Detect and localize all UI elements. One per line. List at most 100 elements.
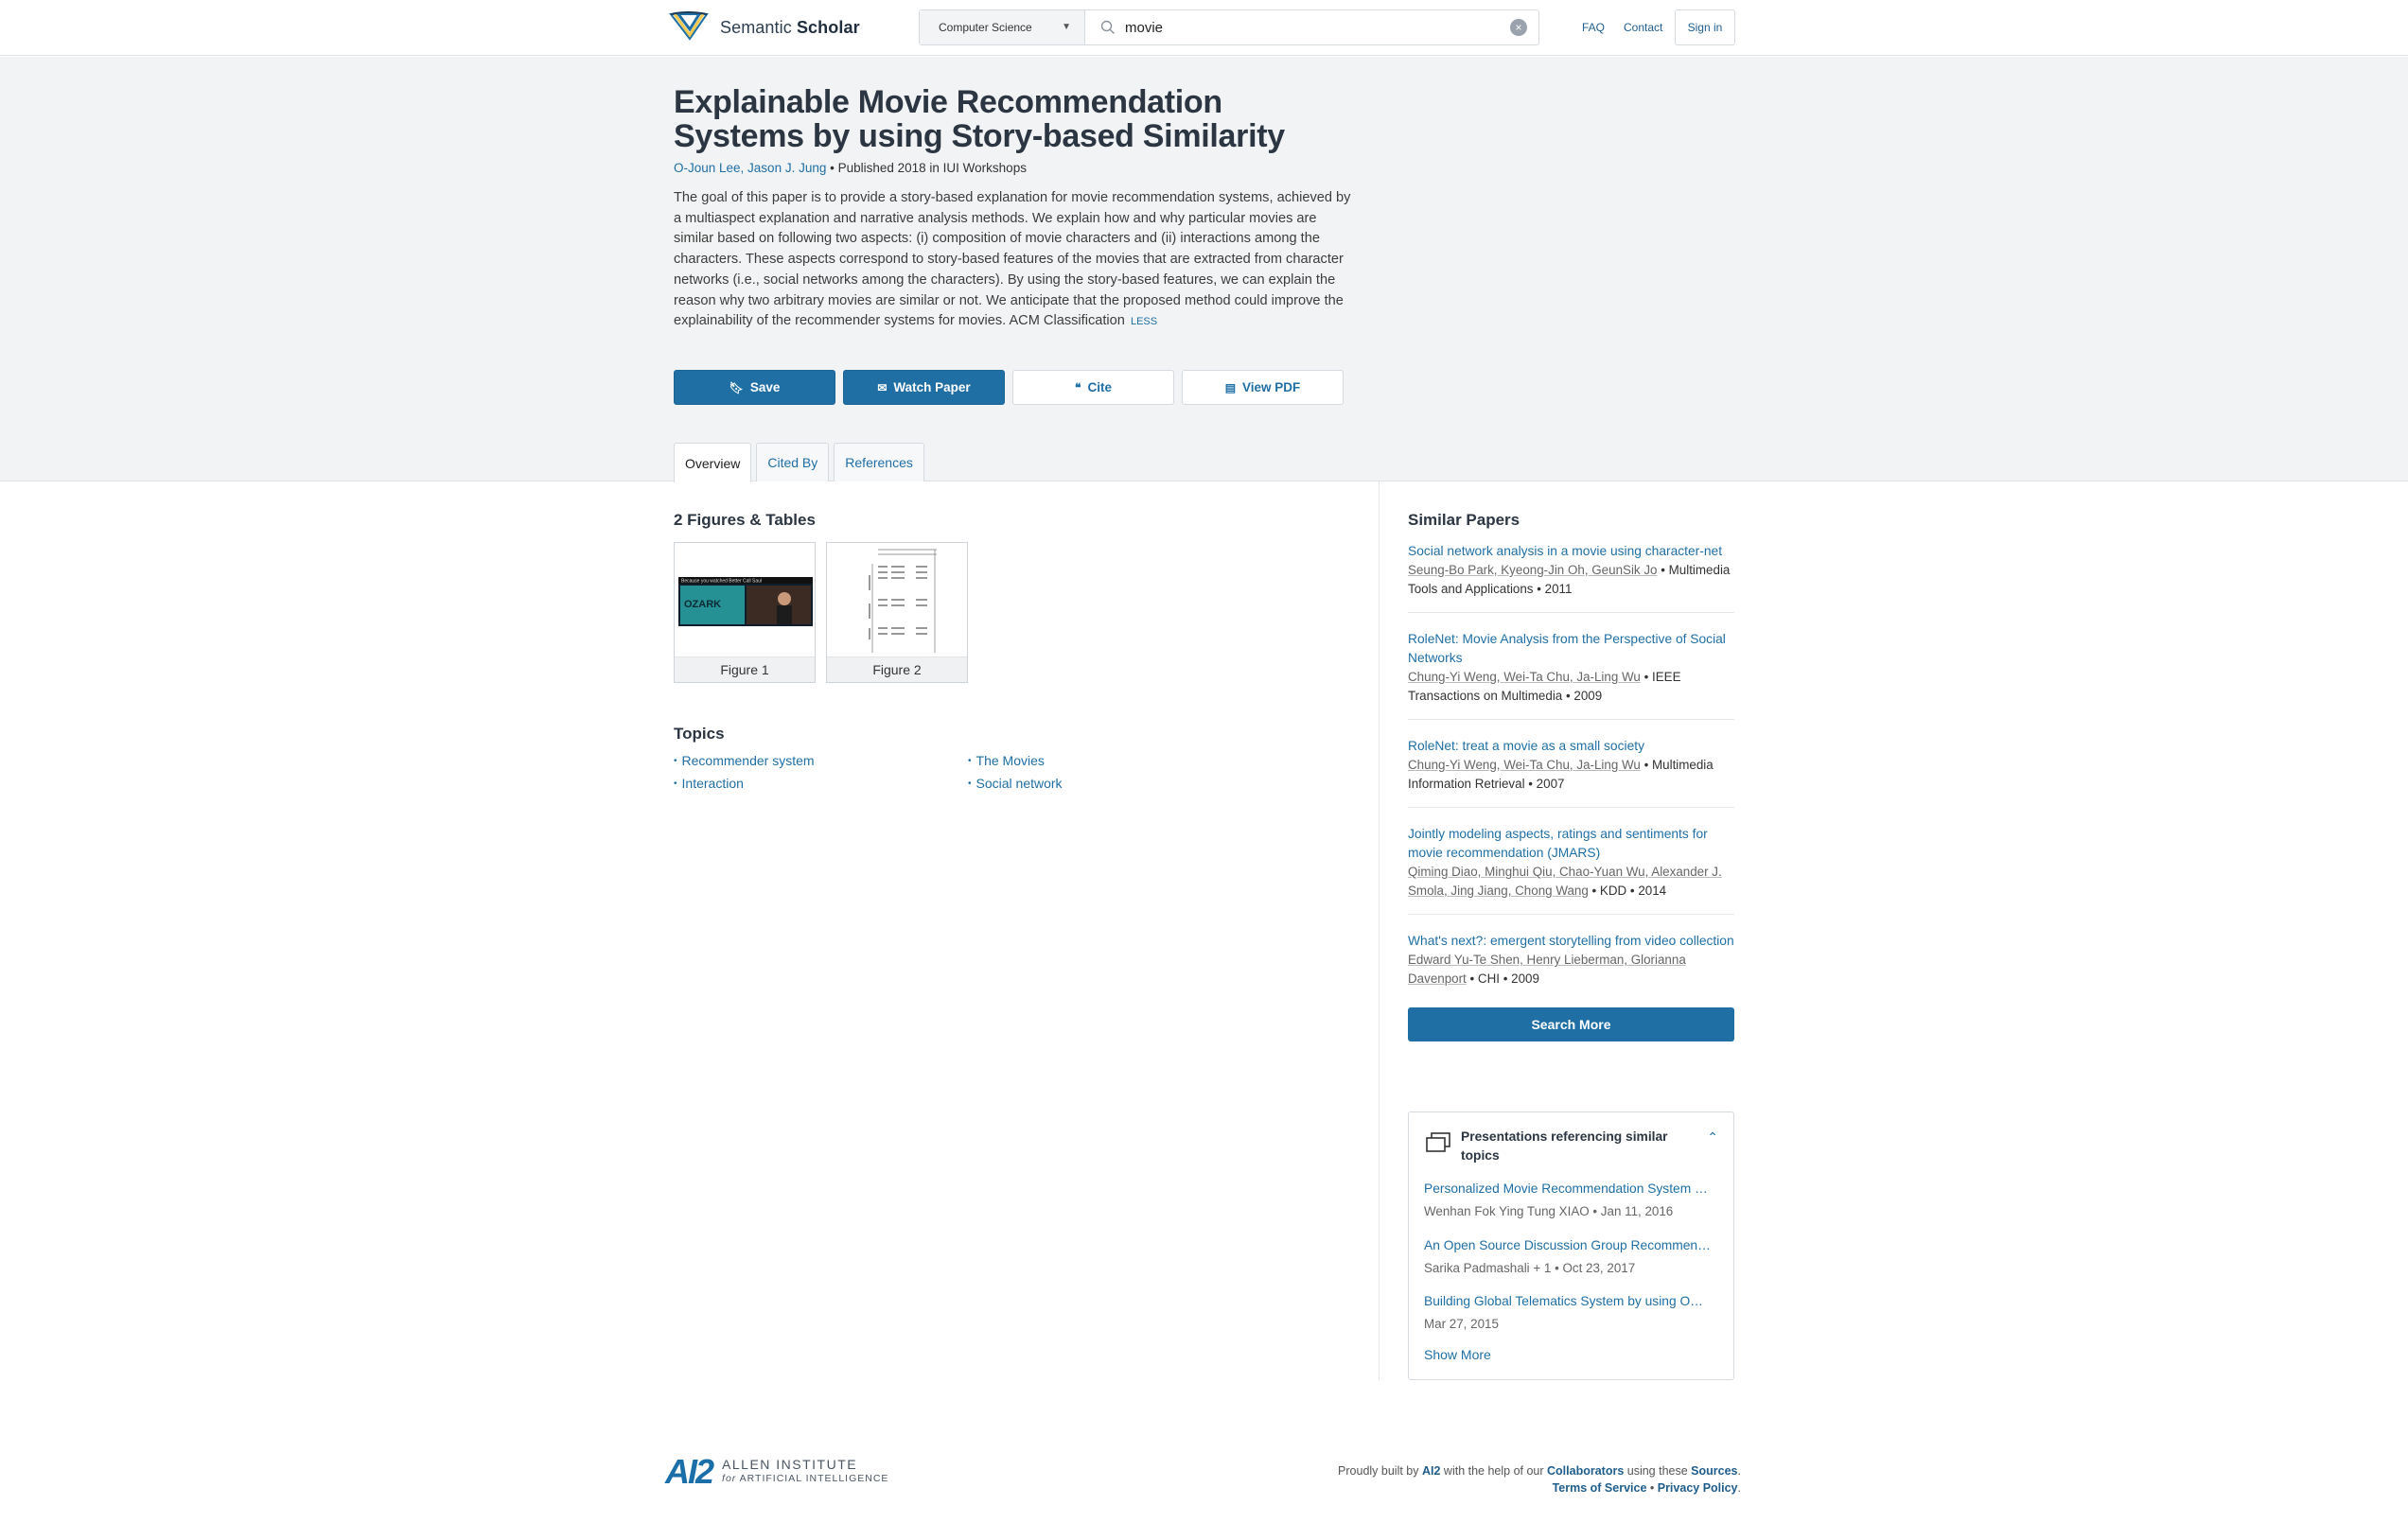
topic-recommender-system[interactable]: Recommender system [674, 753, 968, 768]
search-icon [1100, 20, 1115, 34]
presentation-item: Building Global Telematics System by usi… [1424, 1293, 1719, 1331]
ai2-logo-line2-text: ARTIFICIAL INTELLIGENCE [739, 1473, 889, 1484]
similar-paper-meta: Chung-Yi Weng, Wei-Ta Chu, Ja-Ling Wu • … [1408, 668, 1734, 706]
ai2-logo-for: for [722, 1473, 737, 1484]
presentation-item: Personalized Movie Recommendation System… [1424, 1181, 1719, 1218]
tab-references[interactable]: References [834, 443, 924, 481]
figures-heading: 2 Figures & Tables [674, 511, 816, 529]
show-more-link[interactable]: Show More [1424, 1347, 1491, 1362]
figure-1-card[interactable]: Because you watched Better Call Saul OZA… [674, 542, 816, 683]
abstract-text: The goal of this paper is to provide a s… [674, 190, 1351, 329]
similar-paper-authors[interactable]: Chung-Yi Weng, Wei-Ta Chu, Ja-Ling Wu [1408, 758, 1641, 772]
ai2-link[interactable]: AI2 [1422, 1464, 1440, 1478]
similar-paper-authors[interactable]: Edward Yu-Te Shen, Henry Lieberman, Glor… [1408, 953, 1686, 986]
similar-papers-heading: Similar Papers [1408, 511, 1520, 529]
similar-paper-meta: Qiming Diao, Minghui Qiu, Chao-Yuan Wu, … [1408, 863, 1734, 901]
similar-paper-item: RoleNet: Movie Analysis from the Perspec… [1408, 630, 1734, 720]
similar-paper-authors[interactable]: Chung-Yi Weng, Wei-Ta Chu, Ja-Ling Wu [1408, 670, 1641, 684]
logo-icon [669, 11, 709, 41]
view-pdf-button[interactable]: ▤ View PDF [1182, 370, 1344, 405]
similar-paper-venue: • CHI • 2009 [1466, 971, 1539, 986]
cite-button[interactable]: ❝ Cite [1012, 370, 1174, 405]
tab-overview[interactable]: Overview [674, 443, 752, 482]
similar-papers-list: Social network analysis in a movie using… [1408, 542, 1734, 1041]
similar-paper-title[interactable]: Social network analysis in a movie using… [1408, 544, 1722, 558]
tab-cited-by[interactable]: Cited By [756, 443, 830, 481]
footer-line2: Terms of Service • Privacy Policy. [1338, 1479, 1741, 1496]
sources-link[interactable]: Sources [1691, 1464, 1737, 1478]
footer-separator: • [1646, 1481, 1658, 1495]
footer-credits: Proudly built by AI2 with the help of ou… [1338, 1462, 1741, 1496]
topics-heading: Topics [674, 725, 725, 743]
semantic-scholar-logo[interactable]: Semantic Scholar [669, 8, 860, 47]
slides-icon [1426, 1132, 1450, 1152]
footer-text: Proudly built by [1338, 1464, 1422, 1478]
presentation-title[interactable]: Personalized Movie Recommendation System… [1424, 1181, 1708, 1196]
presentations-header[interactable]: Presentations referencing similar topics… [1425, 1128, 1718, 1165]
footer-text: with the help of our [1440, 1464, 1548, 1478]
similar-paper-item: RoleNet: treat a movie as a small societ… [1408, 737, 1734, 808]
paper-actions: 🔖︎ Save ✉ Watch Paper ❝ Cite ▤ View PDF [674, 370, 1351, 405]
terms-link[interactable]: Terms of Service [1553, 1481, 1647, 1495]
search-input-wrap: × [1085, 10, 1538, 44]
similar-paper-item: What's next?: emergent storytelling from… [1408, 932, 1734, 1002]
figure-2-caption: Figure 2 [827, 656, 967, 682]
allen-institute-logo[interactable]: AI2 ALLEN INSTITUTE for ARTIFICIAL INTEL… [665, 1452, 888, 1492]
figure-2-thumbnail [831, 547, 963, 657]
contact-link[interactable]: Contact [1624, 21, 1662, 34]
footer-line1: Proudly built by AI2 with the help of ou… [1338, 1462, 1741, 1479]
abstract-less-link[interactable]: LESS [1131, 316, 1157, 327]
figure-2-card[interactable]: Figure 2 [826, 542, 968, 683]
faq-link[interactable]: FAQ [1582, 21, 1605, 34]
presentations-panel: Presentations referencing similar topics… [1408, 1111, 1734, 1380]
footer-text: using these [1624, 1464, 1692, 1478]
similar-paper-meta: Edward Yu-Te Shen, Henry Lieberman, Glor… [1408, 951, 1734, 989]
collaborators-link[interactable]: Collaborators [1547, 1464, 1624, 1478]
save-button[interactable]: 🔖︎ Save [674, 370, 835, 405]
presentation-item: An Open Source Discussion Group Recommen… [1424, 1237, 1719, 1275]
top-navbar: Semantic Scholar Computer Science ▼ × FA… [0, 0, 2408, 56]
search-more-button[interactable]: Search More [1408, 1007, 1734, 1041]
ai2-logo-line1: ALLEN INSTITUTE [722, 1457, 858, 1472]
ai2-logo-text: ALLEN INSTITUTE for ARTIFICIAL INTELLIGE… [722, 1458, 888, 1486]
footer-text: . [1737, 1464, 1741, 1478]
topic-social-network[interactable]: Social network [968, 776, 1157, 791]
figure-1-thumbnail: Because you watched Better Call Saul OZA… [678, 547, 813, 657]
topics-list: Recommender system The Movies Interactio… [674, 753, 1147, 791]
paper-published: • Published 2018 in IUI Workshops [826, 161, 1027, 175]
topic-the-movies[interactable]: The Movies [968, 753, 1157, 768]
similar-paper-item: Jointly modeling aspects, ratings and se… [1408, 825, 1734, 915]
similar-paper-meta: Chung-Yi Weng, Wei-Ta Chu, Ja-Ling Wu • … [1408, 756, 1734, 794]
similar-paper-title[interactable]: What's next?: emergent storytelling from… [1408, 934, 1734, 948]
similar-paper-authors[interactable]: Qiming Diao, Minghui Qiu, Chao-Yuan Wu, … [1408, 865, 1722, 898]
figure-1-banner-text: Because you watched Better Call Saul [681, 579, 762, 585]
clear-search-icon[interactable]: × [1510, 19, 1527, 36]
watch-paper-button[interactable]: ✉ Watch Paper [843, 370, 1005, 405]
search-input[interactable] [1125, 19, 1485, 36]
field-select-label: Computer Science [939, 21, 1032, 34]
similar-paper-title[interactable]: RoleNet: Movie Analysis from the Perspec… [1408, 632, 1726, 665]
privacy-link[interactable]: Privacy Policy [1658, 1481, 1738, 1495]
presentation-title[interactable]: An Open Source Discussion Group Recommen… [1424, 1238, 1711, 1252]
similar-paper-authors[interactable]: Seung-Bo Park, Kyeong-Jin Oh, GeunSik Jo [1408, 563, 1658, 577]
field-of-study-select[interactable]: Computer Science ▼ [920, 10, 1085, 44]
similar-paper-item: Social network analysis in a movie using… [1408, 542, 1734, 613]
footer-text: . [1737, 1481, 1741, 1495]
paper-tabs: Overview Cited By References [674, 443, 929, 482]
presentation-meta: Sarika Padmashali + 1 • Oct 23, 2017 [1424, 1261, 1636, 1275]
similar-paper-meta: Seung-Bo Park, Kyeong-Jin Oh, GeunSik Jo… [1408, 561, 1734, 599]
header-links: FAQ Contact [1582, 21, 1681, 34]
pdf-label: View PDF [1242, 380, 1301, 394]
cite-label: Cite [1087, 380, 1112, 394]
similar-paper-title[interactable]: RoleNet: treat a movie as a small societ… [1408, 739, 1644, 753]
figures-list: Because you watched Better Call Saul OZA… [674, 542, 978, 683]
ai2-logo-mark: AI2 [665, 1452, 714, 1491]
sign-in-button[interactable]: Sign in [1675, 9, 1735, 45]
ai2-logo-line2: for ARTIFICIAL INTELLIGENCE [722, 1472, 888, 1486]
presentation-title[interactable]: Building Global Telematics System by usi… [1424, 1294, 1703, 1308]
paper-authors[interactable]: O-Joun Lee, Jason J. Jung [674, 161, 826, 175]
topic-interaction[interactable]: Interaction [674, 776, 968, 791]
chevron-up-icon[interactable]: ⌃ [1707, 1129, 1718, 1146]
presentation-meta: Mar 27, 2015 [1424, 1317, 1499, 1331]
similar-paper-title[interactable]: Jointly modeling aspects, ratings and se… [1408, 827, 1708, 860]
